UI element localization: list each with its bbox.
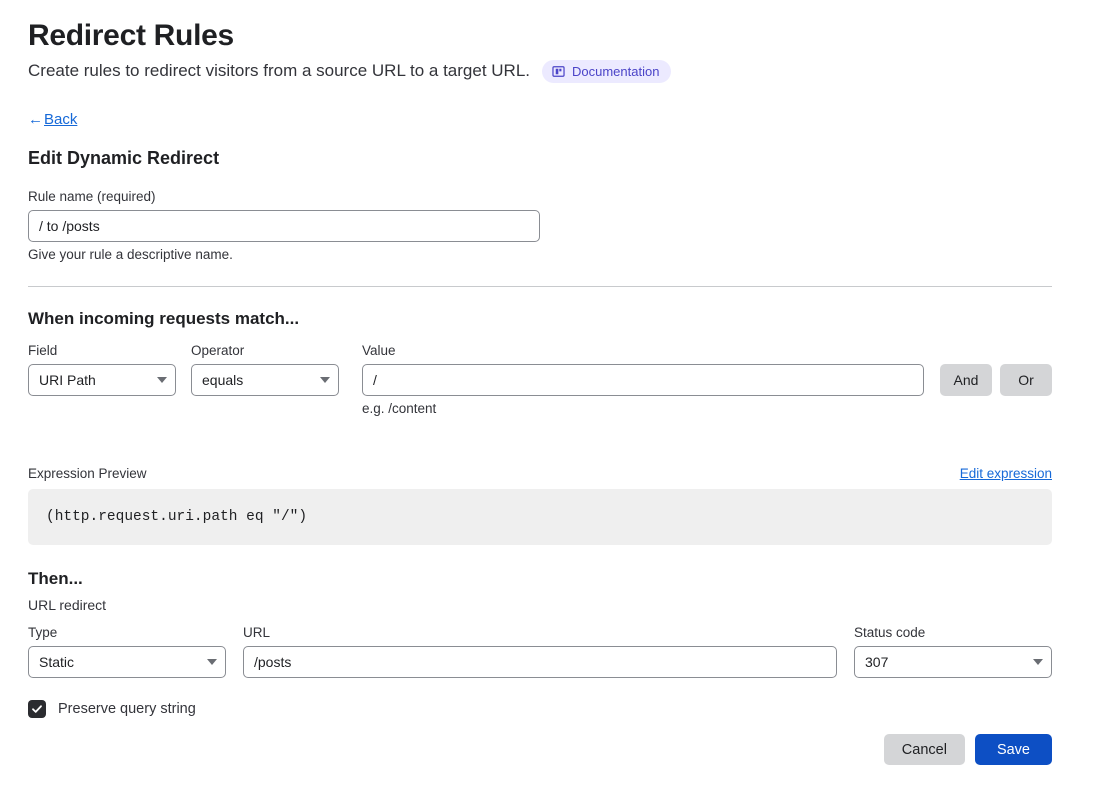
rule-name-label: Rule name (required) bbox=[28, 189, 156, 204]
expression-preview-code: (http.request.uri.path eq "/") bbox=[46, 509, 308, 525]
rule-name-helper: Give your rule a descriptive name. bbox=[28, 247, 233, 262]
status-code-group: Status code 301302303307308 bbox=[854, 625, 1052, 678]
and-button[interactable]: And bbox=[940, 364, 992, 396]
match-value-label: Value bbox=[362, 343, 396, 358]
match-field-select-wrapper: URI PathHostnameURI FullURI Query String… bbox=[28, 364, 176, 396]
expression-preview-label: Expression Preview bbox=[28, 466, 147, 481]
save-button[interactable]: Save bbox=[974, 734, 1052, 765]
cancel-button[interactable]: Cancel bbox=[883, 734, 965, 765]
match-operator-select[interactable]: equalsdoes not equalcontainsdoes not con… bbox=[191, 364, 339, 396]
status-code-label: Status code bbox=[854, 625, 926, 640]
status-code-select[interactable]: 301302303307308 bbox=[854, 646, 1052, 678]
match-value-helper: e.g. /content bbox=[362, 401, 437, 416]
page-container: Redirect Rules Create rules to redirect … bbox=[0, 0, 1119, 765]
then-section-heading: Then... bbox=[28, 569, 83, 588]
expression-preview-box: (http.request.uri.path eq "/") bbox=[28, 489, 1052, 545]
redirect-type-select[interactable]: StaticDynamic bbox=[28, 646, 226, 678]
match-field-label: Field bbox=[28, 343, 58, 358]
page-title: Redirect Rules bbox=[28, 19, 234, 52]
redirect-type-group: Type StaticDynamic bbox=[28, 625, 226, 678]
preserve-query-string-checkbox[interactable] bbox=[28, 700, 46, 718]
preserve-query-string-label[interactable]: Preserve query string bbox=[58, 701, 196, 717]
footer-actions: Cancel Save bbox=[28, 734, 1052, 765]
match-operator-group: Operator equalsdoes not equalcontainsdoe… bbox=[191, 343, 339, 396]
then-action-label: URL redirect bbox=[28, 597, 107, 613]
page-subtitle: Create rules to redirect visitors from a… bbox=[28, 61, 530, 81]
arrow-left-icon: ← bbox=[28, 111, 43, 128]
or-button[interactable]: Or bbox=[1000, 364, 1052, 396]
section-divider bbox=[28, 286, 1052, 287]
page-content: Redirect Rules Create rules to redirect … bbox=[28, 18, 1052, 765]
match-value-group: Value e.g. /content bbox=[362, 343, 924, 416]
redirect-url-input[interactable] bbox=[243, 646, 837, 678]
back-link[interactable]: ← Back bbox=[28, 111, 77, 128]
then-action-row: Type StaticDynamic URL Status code 30130… bbox=[28, 625, 1052, 678]
status-code-select-wrapper: 301302303307308 bbox=[854, 646, 1052, 678]
match-logic-buttons: And Or bbox=[940, 343, 1052, 396]
preserve-query-string-row: Preserve query string bbox=[28, 700, 1052, 718]
match-condition-row: Field URI PathHostnameURI FullURI Query … bbox=[28, 343, 1052, 416]
match-field-group: Field URI PathHostnameURI FullURI Query … bbox=[28, 343, 176, 396]
form-heading: Edit Dynamic Redirect bbox=[28, 148, 220, 168]
match-operator-label: Operator bbox=[191, 343, 245, 358]
rule-name-group: Rule name (required) Give your rule a de… bbox=[28, 189, 540, 262]
check-icon bbox=[32, 705, 42, 713]
back-link-label: Back bbox=[44, 111, 78, 128]
redirect-type-select-wrapper: StaticDynamic bbox=[28, 646, 226, 678]
page-subtitle-row: Create rules to redirect visitors from a… bbox=[28, 60, 1052, 83]
edit-expression-link[interactable]: Edit expression bbox=[960, 466, 1052, 481]
match-value-input[interactable] bbox=[362, 364, 924, 396]
match-field-select[interactable]: URI PathHostnameURI FullURI Query String… bbox=[28, 364, 176, 396]
match-operator-select-wrapper: equalsdoes not equalcontainsdoes not con… bbox=[191, 364, 339, 396]
rule-name-input[interactable] bbox=[28, 210, 540, 242]
book-icon bbox=[552, 65, 565, 78]
documentation-badge-label: Documentation bbox=[572, 64, 660, 79]
expression-preview-header: Expression Preview Edit expression bbox=[28, 466, 1052, 481]
match-section-heading: When incoming requests match... bbox=[28, 309, 300, 328]
redirect-url-label: URL bbox=[243, 625, 271, 640]
redirect-type-label: Type bbox=[28, 625, 58, 640]
redirect-url-group: URL bbox=[243, 625, 837, 678]
documentation-badge[interactable]: Documentation bbox=[542, 60, 672, 83]
